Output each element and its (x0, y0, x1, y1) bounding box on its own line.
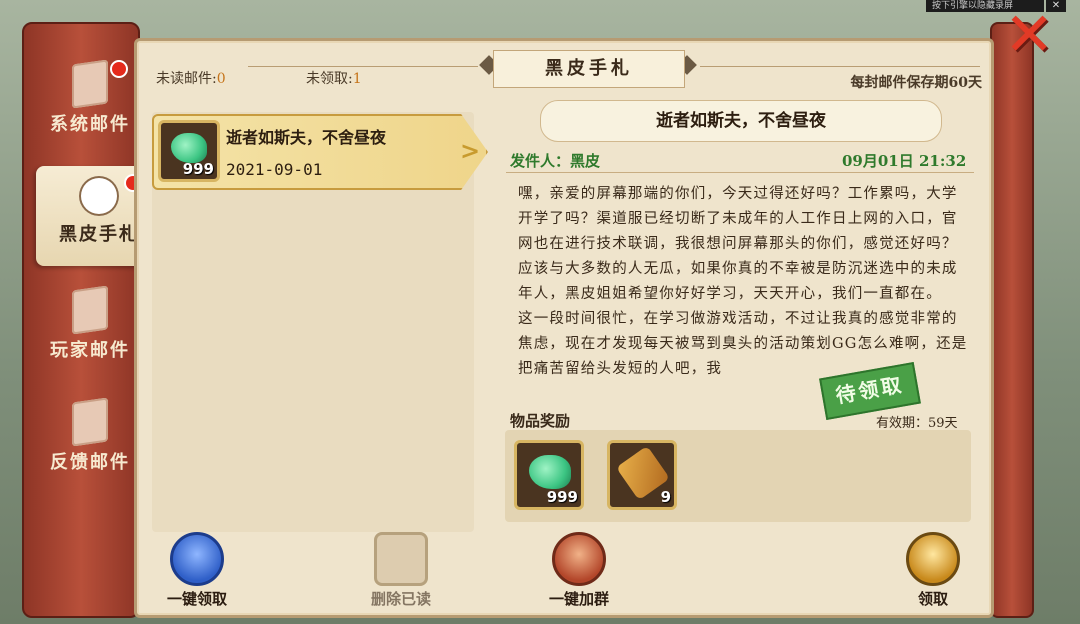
retention-notice: 每封邮件保存期60天 (850, 75, 982, 91)
mail-sent-time: 09月01日 21:32 (842, 152, 967, 170)
tab-label: 黑皮手札 (59, 224, 139, 245)
mail-question-icon (72, 397, 108, 447)
mail-people-icon (72, 285, 108, 335)
claim-all-button[interactable]: 一键领取 (152, 532, 242, 609)
claim-button[interactable]: 领取 (888, 532, 978, 609)
tab-label: 系统邮件 (50, 114, 130, 135)
button-label: 一键加群 (548, 590, 609, 608)
button-label: 领取 (917, 590, 948, 608)
unread-label: 未读邮件: (156, 71, 217, 87)
bag-icon (170, 532, 224, 586)
frame-pillar (990, 22, 1034, 618)
header-divider (700, 66, 980, 67)
mail-gear-icon (72, 59, 108, 109)
tab-label: 反馈邮件 (50, 452, 130, 473)
button-label: 删除已读 (370, 590, 431, 608)
mail-item-title: 逝者如斯夫，不舍昼夜 (226, 128, 387, 147)
tab-system-mail[interactable]: 系统邮件 (32, 52, 148, 152)
rewards-heading: 物品奖励 (510, 412, 571, 430)
reward-quantity: 999 (546, 488, 578, 506)
divider (506, 172, 974, 173)
group-icon (552, 532, 606, 586)
mail-detail-title: 逝者如斯夫，不舍昼夜 (540, 100, 942, 142)
mail-category-tabs: 系统邮件 黑皮手札 玩家邮件 反馈邮件 (22, 22, 162, 618)
coin-bag-icon (906, 532, 960, 586)
reward-quantity: 9 (660, 488, 671, 506)
scroll-item-icon[interactable]: 9 (607, 440, 677, 510)
jade-gem-icon[interactable]: 999 (514, 440, 584, 510)
unclaimed-count: 1 (352, 71, 362, 87)
unclaimed-label: 未领取: (306, 71, 353, 87)
chevron-right-icon: > (460, 136, 481, 165)
character-portrait-icon (79, 176, 119, 216)
reward-validity: 有效期：59天 (876, 416, 958, 431)
tab-player-mail[interactable]: 玩家邮件 (32, 278, 148, 378)
unread-count: 0 (216, 71, 226, 87)
join-group-button[interactable]: 一键加群 (534, 532, 624, 609)
mail-sender: 发件人：黑皮 (510, 152, 601, 170)
page-title: 黑皮手札 (493, 50, 685, 88)
unread-dot-icon (110, 60, 128, 78)
unread-counter: 未读邮件:0 (156, 68, 226, 88)
item-quantity: 999 (182, 160, 214, 178)
jade-gem-icon: 999 (158, 120, 220, 182)
close-icon[interactable]: ✕ (1004, 5, 1060, 66)
tab-feedback-mail[interactable]: 反馈邮件 (32, 390, 148, 490)
mail-item-date: 2021-09-01 (226, 160, 323, 179)
unclaimed-counter: 未领取:1 (306, 68, 362, 88)
trash-mail-icon (374, 532, 428, 586)
delete-read-button[interactable]: 删除已读 (356, 532, 446, 609)
tab-label: 玩家邮件 (50, 340, 130, 361)
header-divider (248, 66, 478, 67)
button-label: 一键领取 (166, 590, 227, 608)
